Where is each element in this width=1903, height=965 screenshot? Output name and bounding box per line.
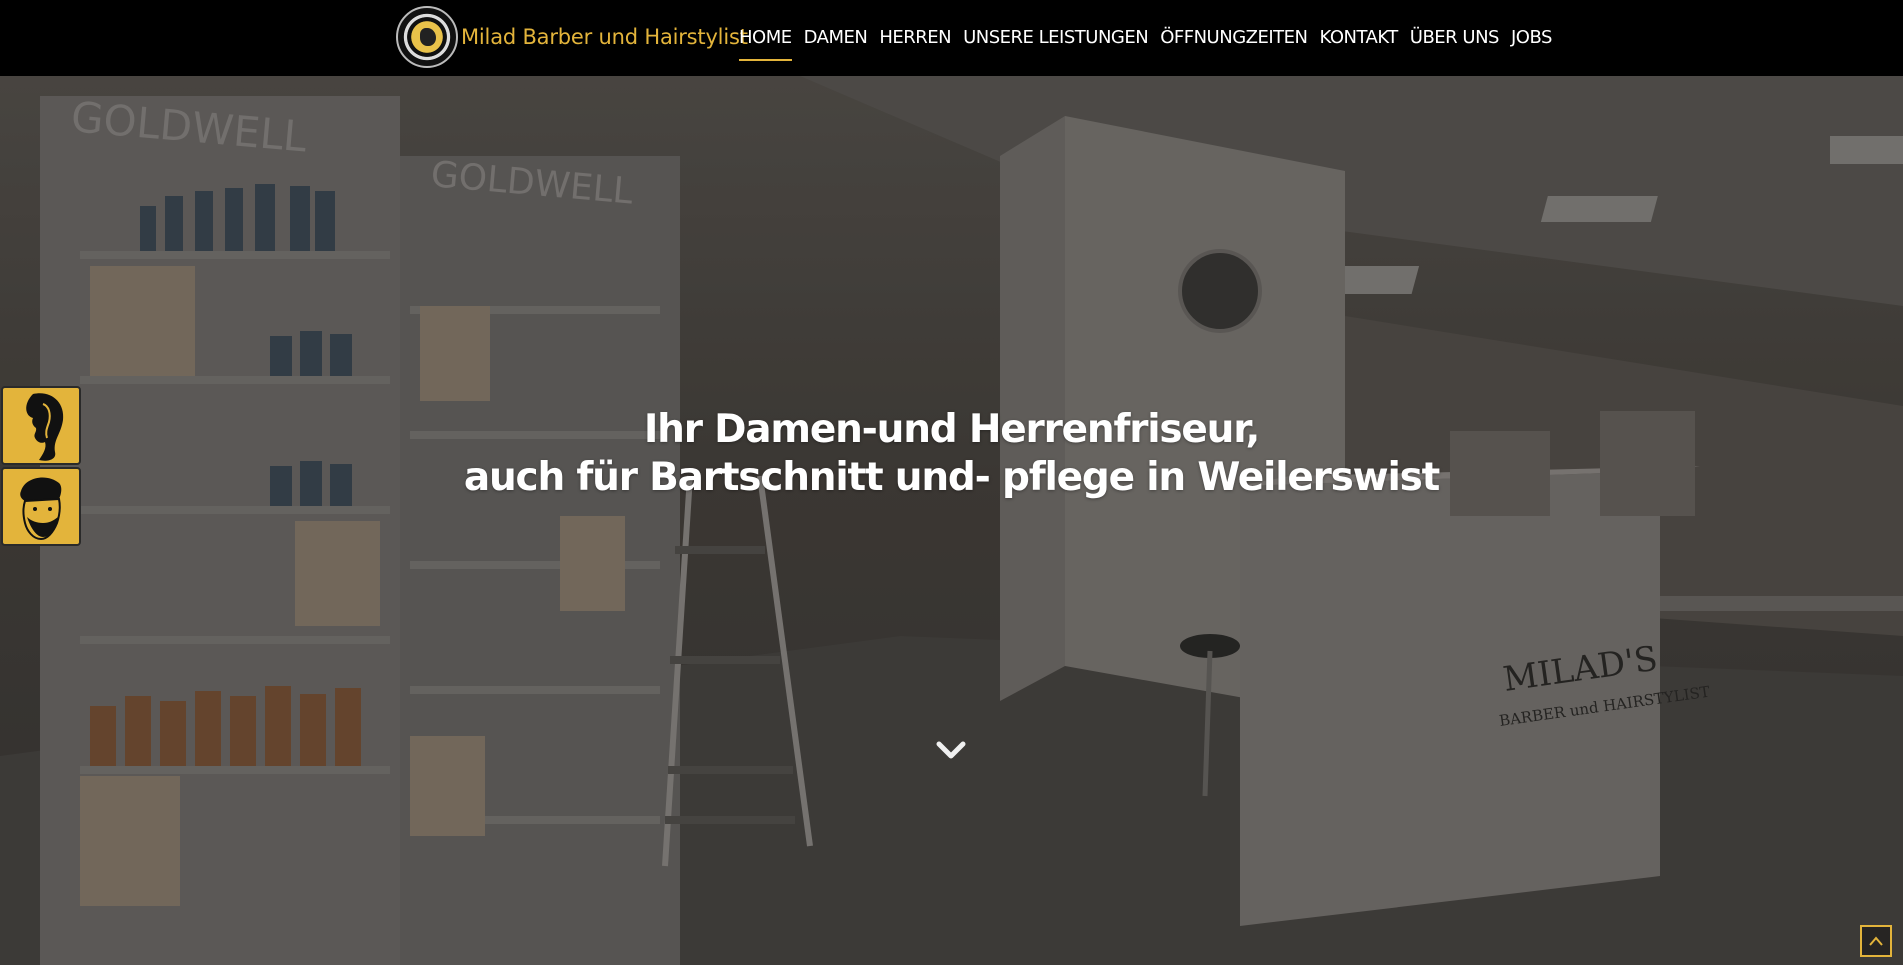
hero-headline-line1: Ihr Damen-und Herrenfriseur, [643, 407, 1261, 452]
chevron-down-icon[interactable] [936, 738, 966, 762]
top-navbar: Milad Barber und Hairstylist HOME DAMEN … [0, 0, 1903, 76]
hero-section: GOLDWELL GOLDWELL MILAD'S BARBER und HAI… [0, 76, 1903, 965]
nav-item-kontakt[interactable]: KONTAKT [1314, 0, 1404, 76]
woman-silhouette-icon [26, 393, 64, 461]
nav-item-leistungen[interactable]: UNSERE LEISTUNGEN [957, 0, 1154, 76]
nav-item-herren[interactable]: HERREN [873, 0, 957, 76]
nav-item-oeffnungszeiten[interactable]: ÖFFNUNGZEITEN [1154, 0, 1313, 76]
hero-headline: Ihr Damen-und Herrenfriseur, auch für Ba… [0, 406, 1903, 502]
brand-link[interactable]: Milad Barber und Hairstylist [396, 6, 748, 68]
nav-item-jobs[interactable]: JOBS [1505, 0, 1558, 76]
back-to-top-button[interactable] [1860, 925, 1892, 957]
nav-item-home[interactable]: HOME [733, 0, 798, 76]
men-hair-button[interactable] [1, 467, 81, 546]
nav-item-ueber-uns[interactable]: ÜBER UNS [1404, 0, 1505, 76]
women-hair-button[interactable] [1, 386, 81, 465]
brand-name: Milad Barber und Hairstylist [461, 25, 748, 49]
nav-item-damen[interactable]: DAMEN [798, 0, 874, 76]
man-beard-icon [20, 477, 62, 541]
milad-logo-icon [396, 6, 458, 68]
main-nav: HOME DAMEN HERREN UNSERE LEISTUNGEN ÖFFN… [733, 0, 1558, 76]
chevron-up-icon [1869, 936, 1883, 946]
hero-dark-overlay [0, 76, 1903, 965]
hero-headline-line2: auch für Bartschnitt und- pflege in Weil… [463, 455, 1440, 500]
